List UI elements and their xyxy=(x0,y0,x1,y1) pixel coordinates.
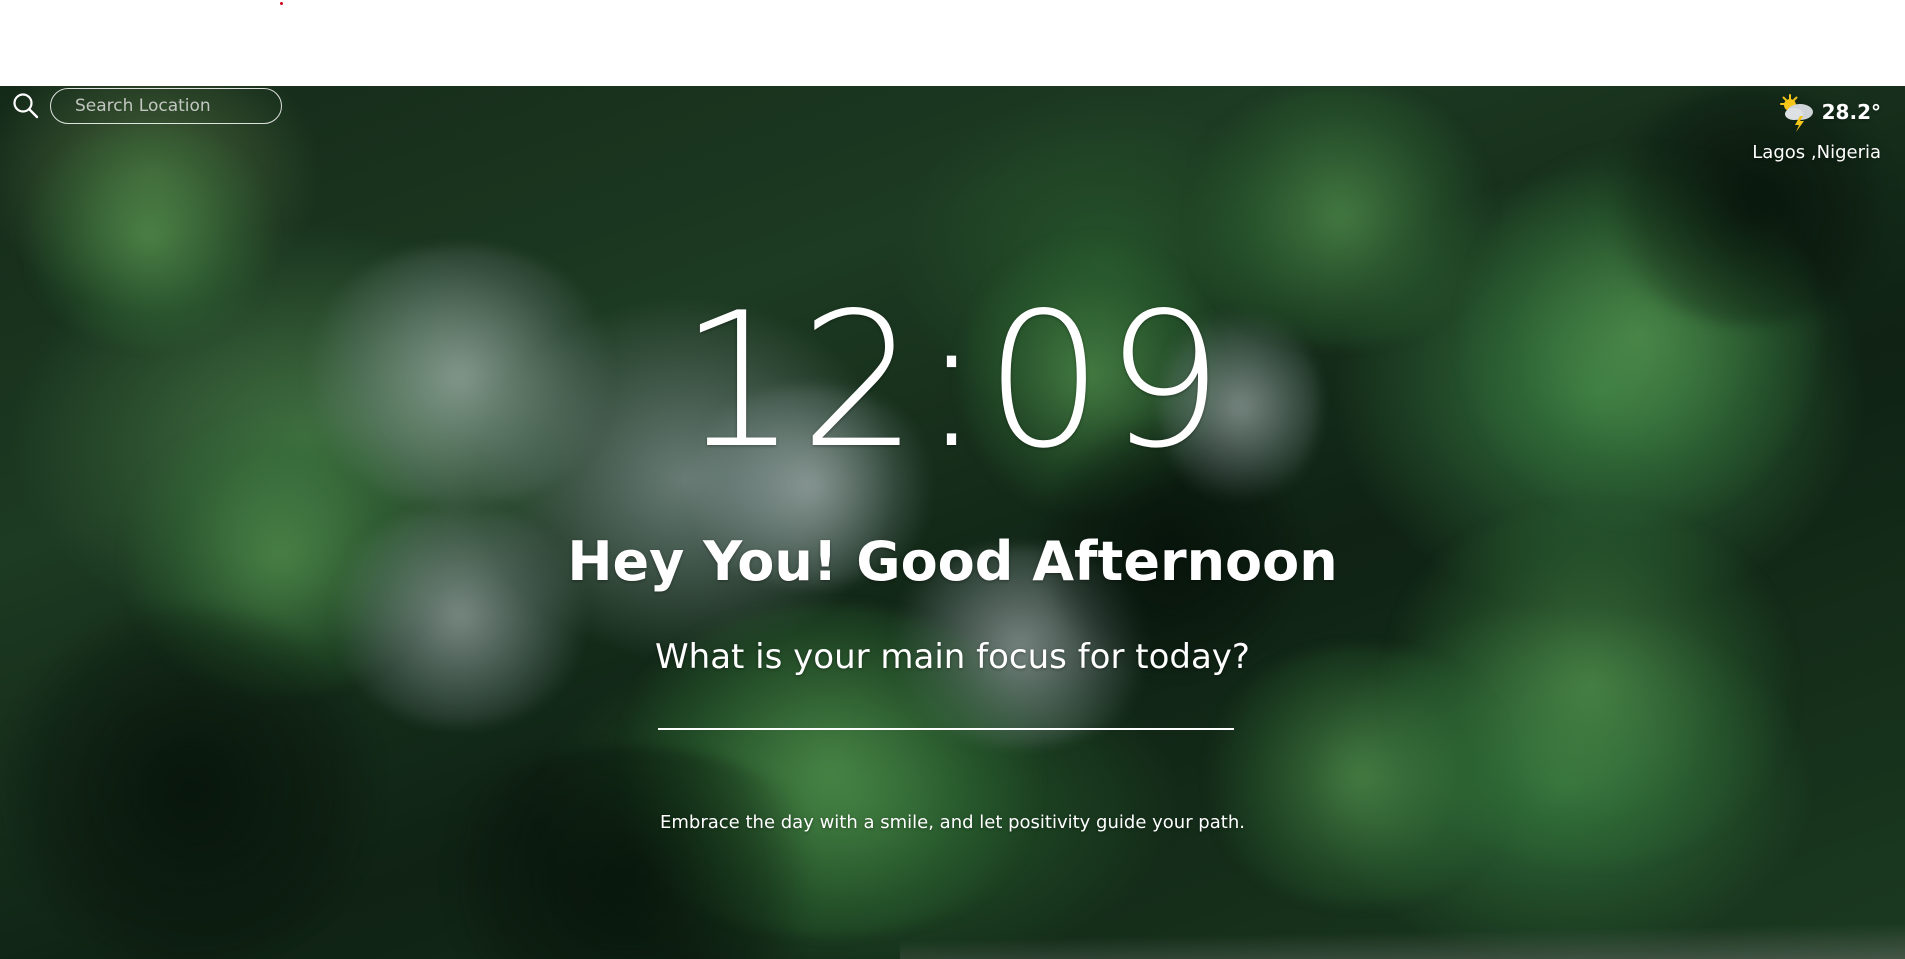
temperature: 28.2° xyxy=(1821,100,1881,124)
focus-input[interactable] xyxy=(658,690,1234,730)
greeting-text: Hey You! Good Afternoon xyxy=(567,530,1338,593)
focus-question: What is your main focus for today? xyxy=(655,637,1250,677)
weather-location: Lagos ,Nigeria xyxy=(1752,142,1881,163)
search-location-input[interactable] xyxy=(50,88,282,124)
daily-quote: Embrace the day with a smile, and let po… xyxy=(660,812,1245,833)
top-blank-bar xyxy=(0,0,1905,86)
red-dot-marker xyxy=(280,2,283,5)
search-icon[interactable] xyxy=(12,92,40,120)
weather-widget: 28.2° Lagos ,Nigeria xyxy=(1741,92,1881,163)
clock-time: 12:09 xyxy=(679,272,1226,489)
partly-cloudy-thunder-icon xyxy=(1779,94,1813,132)
location-search xyxy=(12,88,282,124)
